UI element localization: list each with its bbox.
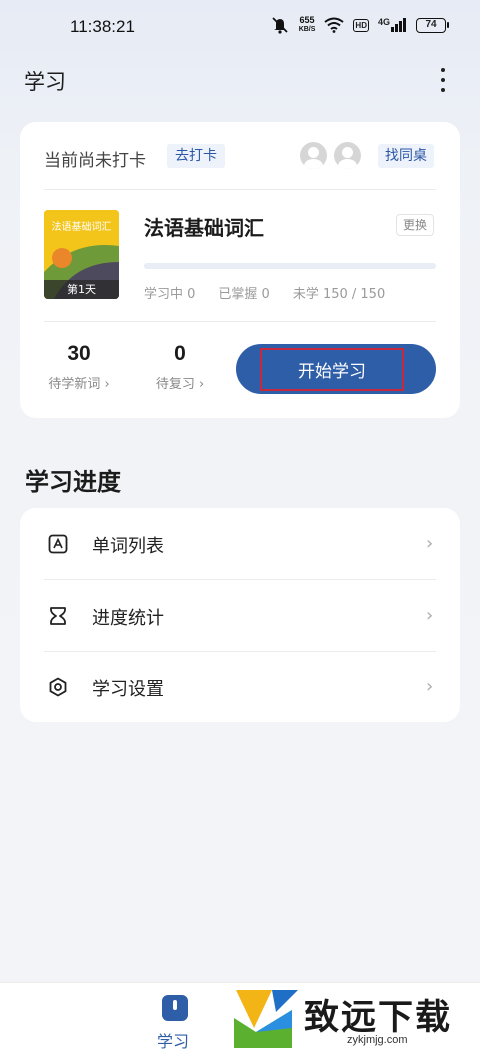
new-words-label: 待学新词 › xyxy=(48,377,110,392)
watermark-url: zykjmjg.com xyxy=(347,1034,408,1046)
chevron-right-icon: › xyxy=(426,676,434,697)
study-card: 当前尚未打卡 去打卡 找同桌 法语基础词汇 第1天 法语基础词汇 更换 学习中 … xyxy=(20,122,460,418)
unlearned-count: 未学 150 / 150 xyxy=(292,287,386,302)
review-count: 0 xyxy=(174,342,186,365)
cellular-signal: 4G xyxy=(378,17,407,32)
study-tab-icon[interactable] xyxy=(162,995,188,1021)
divider xyxy=(44,321,436,322)
word-list-icon xyxy=(48,534,68,554)
change-book-button[interactable]: 更换 xyxy=(396,214,435,236)
hd-badge: HD xyxy=(353,18,369,32)
more-options-icon[interactable] xyxy=(436,68,450,92)
settings-hexagon-icon xyxy=(49,677,67,697)
status-time: 11:38:21 xyxy=(70,17,135,36)
page-title: 学习 xyxy=(24,70,66,94)
tab-study[interactable]: 学习 xyxy=(157,1028,189,1052)
menu-item-word-list[interactable]: 单词列表 › xyxy=(20,508,460,579)
divider xyxy=(44,189,436,190)
new-words-counter[interactable]: 30 待学新词 › xyxy=(44,340,114,392)
menu-label: 进度统计 xyxy=(92,608,164,629)
chevron-right-icon: › xyxy=(426,533,434,554)
word-book-name: 法语基础词汇 xyxy=(144,216,264,240)
start-learning-label: 开始学习 xyxy=(260,348,404,391)
wifi-icon xyxy=(324,17,345,33)
watermark-logo xyxy=(234,990,298,1048)
status-bar: 11:38:21 655 KB/S HD 4G 74 xyxy=(0,0,480,54)
cover-title: 法语基础词汇 xyxy=(51,222,112,233)
progress-menu: 单词列表 › 进度统计 › 学习设置 › xyxy=(20,508,460,722)
learning-count: 学习中 0 xyxy=(144,287,196,302)
menu-label: 单词列表 xyxy=(92,536,164,557)
network-speed: 655 KB/S xyxy=(298,15,316,34)
review-counter[interactable]: 0 待复习 › xyxy=(148,340,212,392)
menu-label: 学习设置 xyxy=(92,679,164,700)
learning-stats: 学习中 0 已掌握 0 未学 150 / 150 xyxy=(144,283,385,302)
learning-progress-bar xyxy=(144,263,436,269)
chevron-right-icon: › xyxy=(426,605,434,626)
status-icons: 655 KB/S HD 4G 74 xyxy=(270,15,449,34)
battery-indicator: 74 xyxy=(416,17,449,33)
mute-bell-icon xyxy=(272,17,288,34)
watermark-text: 致远下载 xyxy=(304,997,453,1038)
mastered-count: 已掌握 0 xyxy=(218,287,270,302)
signal-bars-icon xyxy=(391,18,406,32)
section-title: 学习进度 xyxy=(25,468,121,496)
find-deskmate-button[interactable]: 找同桌 xyxy=(378,144,434,168)
new-words-count: 30 xyxy=(67,342,91,365)
menu-item-study-settings[interactable]: 学习设置 › xyxy=(20,651,460,722)
checkin-status: 当前尚未打卡 xyxy=(44,151,146,171)
go-checkin-button[interactable]: 去打卡 xyxy=(167,144,225,168)
hourglass-icon xyxy=(50,607,66,625)
start-learning-button[interactable]: 开始学习 xyxy=(236,344,436,394)
avatar[interactable] xyxy=(334,142,361,169)
avatar[interactable] xyxy=(300,142,327,169)
book-cover[interactable]: 法语基础词汇 第1天 xyxy=(44,210,119,299)
review-label: 待复习 › xyxy=(155,377,205,392)
menu-item-progress-stats[interactable]: 进度统计 › xyxy=(20,580,460,651)
day-label: 第1天 xyxy=(44,280,119,299)
